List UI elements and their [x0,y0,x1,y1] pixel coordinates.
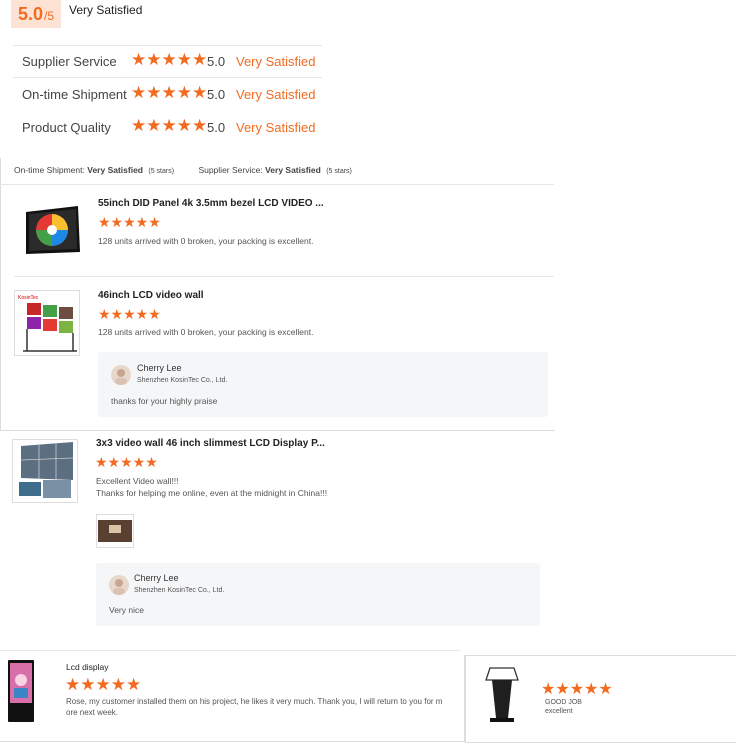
video-wall-image [26,206,80,254]
reply-company: Shenzhen KosinTec Co., Ltd. [137,377,228,384]
rating-text: Very Satisfied [236,54,316,69]
overall-score: 5.0 [18,4,44,24]
meta-label: Supplier Service: [198,165,263,175]
review-stars: ★★★★★ [98,306,161,322]
review-text-line-2: ore next week. [66,708,119,717]
avatar [109,575,129,595]
rating-text: Very Satisfied [236,120,316,135]
review-stars: ★★★★★ [98,214,161,230]
reply-company: Shenzhen KosinTec Co., Ltd. [134,587,225,594]
reply-author: Cherry Lee [137,363,182,373]
product-thumbnail[interactable] [12,439,78,503]
meta-value: Very Satisfied [87,165,144,175]
rating-label: Product Quality [22,120,111,135]
review-text-line-2: excellent [545,708,573,715]
overall-score-badge: 5.0 /5 [11,0,61,28]
video-wall-stand-image: KosinTec [15,291,79,355]
rating-stars: ★★★★★ [131,116,208,135]
product-thumbnail[interactable] [22,202,82,258]
divider [14,276,554,277]
supplier-reply: Cherry Lee Shenzhen KosinTec Co., Ltd. V… [96,563,540,626]
hologram-kiosk-image [485,667,519,722]
meta-value: Very Satisfied [265,165,321,175]
review-text: 128 units arrived with 0 broken, your pa… [98,327,314,337]
overall-score-suffix: /5 [44,9,55,23]
reply-message: thanks for your highly praise [111,396,218,406]
review-stars: ★★★★★ [541,681,613,698]
rating-label: On-time Shipment [22,87,127,102]
product-thumbnail[interactable] [482,666,522,724]
divider [0,184,554,185]
review-text-line-1: Rose, my customer installed them on his … [66,697,443,706]
divider [0,650,460,651]
review-product-title[interactable]: 55inch DID Panel 4k 3.5mm bezel LCD VIDE… [98,198,324,209]
meta-stars: (5 stars) [148,168,175,175]
review-product-title[interactable]: 46inch LCD video wall [98,290,204,301]
rating-row-product-quality: Product Quality ★★★★★ 5.0 Very Satisfied [13,111,322,144]
review-stars: ★★★★★ [95,454,158,470]
lcd-kiosk-image [8,660,34,722]
avatar [111,365,131,385]
reply-author: Cherry Lee [134,573,179,583]
product-thumbnail[interactable]: KosinTec [14,290,80,356]
review-stars: ★★★★★ [65,675,142,694]
review-product-title[interactable]: 3x3 video wall 46 inch slimmest LCD Disp… [96,438,325,449]
meta-label: On-time Shipment: [14,165,85,175]
reply-message: Very nice [109,605,144,615]
rating-text: Very Satisfied [236,87,316,102]
review-product-title[interactable]: Lcd display [66,662,109,672]
review-text-line-1: Excellent Video wall!!! [96,476,179,486]
video-wall-screens-image [13,440,77,502]
rating-row-supplier-service: Supplier Service ★★★★★ 5.0 Very Satisfie… [13,45,322,78]
meta-stars: (5 stars) [326,168,352,175]
rating-label: Supplier Service [22,54,117,69]
rating-score: 5.0 [207,120,226,135]
review-meta: On-time Shipment: Very Satisfied (5 star… [14,165,352,175]
review-text-line-1: GOOD JOB [545,699,582,706]
overall-rating-label: Very Satisfied [69,3,143,17]
rating-stars: ★★★★★ [131,50,208,69]
review-text-line-2: Thanks for helping me online, even at th… [96,488,328,498]
review-photo-image [97,515,133,547]
product-thumbnail[interactable] [6,660,36,722]
rating-score: 5.0 [207,54,226,69]
rating-score: 5.0 [207,87,226,102]
review-text: 128 units arrived with 0 broken, your pa… [98,236,314,246]
svg-text:KosinTec: KosinTec [18,295,39,301]
review-photo[interactable] [96,514,134,548]
rating-stars: ★★★★★ [131,83,208,102]
supplier-reply: Cherry Lee Shenzhen KosinTec Co., Ltd. t… [98,352,548,417]
rating-row-on-time-shipment: On-time Shipment ★★★★★ 5.0 Very Satisfie… [13,78,322,111]
